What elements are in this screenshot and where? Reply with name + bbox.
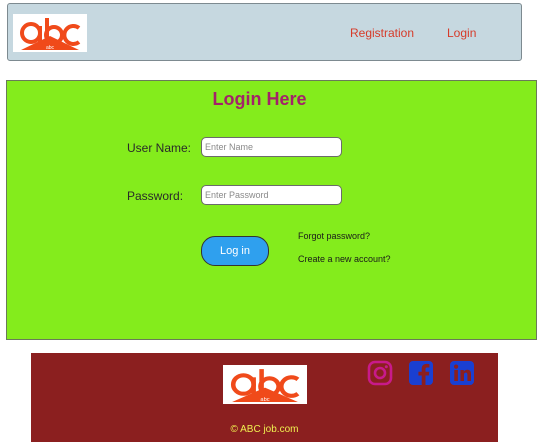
create-account-link[interactable]: Create a new account? [298,254,391,264]
nav-login-link[interactable]: Login [447,26,476,40]
linkedin-icon[interactable] [449,360,475,386]
username-input[interactable] [201,137,342,157]
footer-logo: abc [223,365,307,404]
header-logo[interactable]: abc [13,14,87,52]
username-label: User Name: [127,141,192,155]
password-input[interactable] [201,185,342,205]
abc-logo-icon: abc [20,18,81,51]
login-button[interactable]: Log in [201,236,269,266]
copyright-text: © ABC job.com [230,424,299,435]
logo-text: abc [260,397,269,403]
nav-registration-link[interactable]: Registration [350,26,414,40]
password-label: Password: [127,189,184,203]
abc-logo-icon: abc [230,369,300,403]
login-title: Login Here [212,89,307,109]
site-footer: abc © ABC job.com [31,353,498,442]
site-header: abc Registration Login [7,3,522,61]
forgot-password-link[interactable]: Forgot password? [298,231,370,241]
logo-text: abc [46,45,55,51]
instagram-icon[interactable] [367,360,393,386]
login-panel: Login Here User Name: Password: Log in F… [6,80,537,340]
facebook-icon[interactable] [408,360,434,386]
